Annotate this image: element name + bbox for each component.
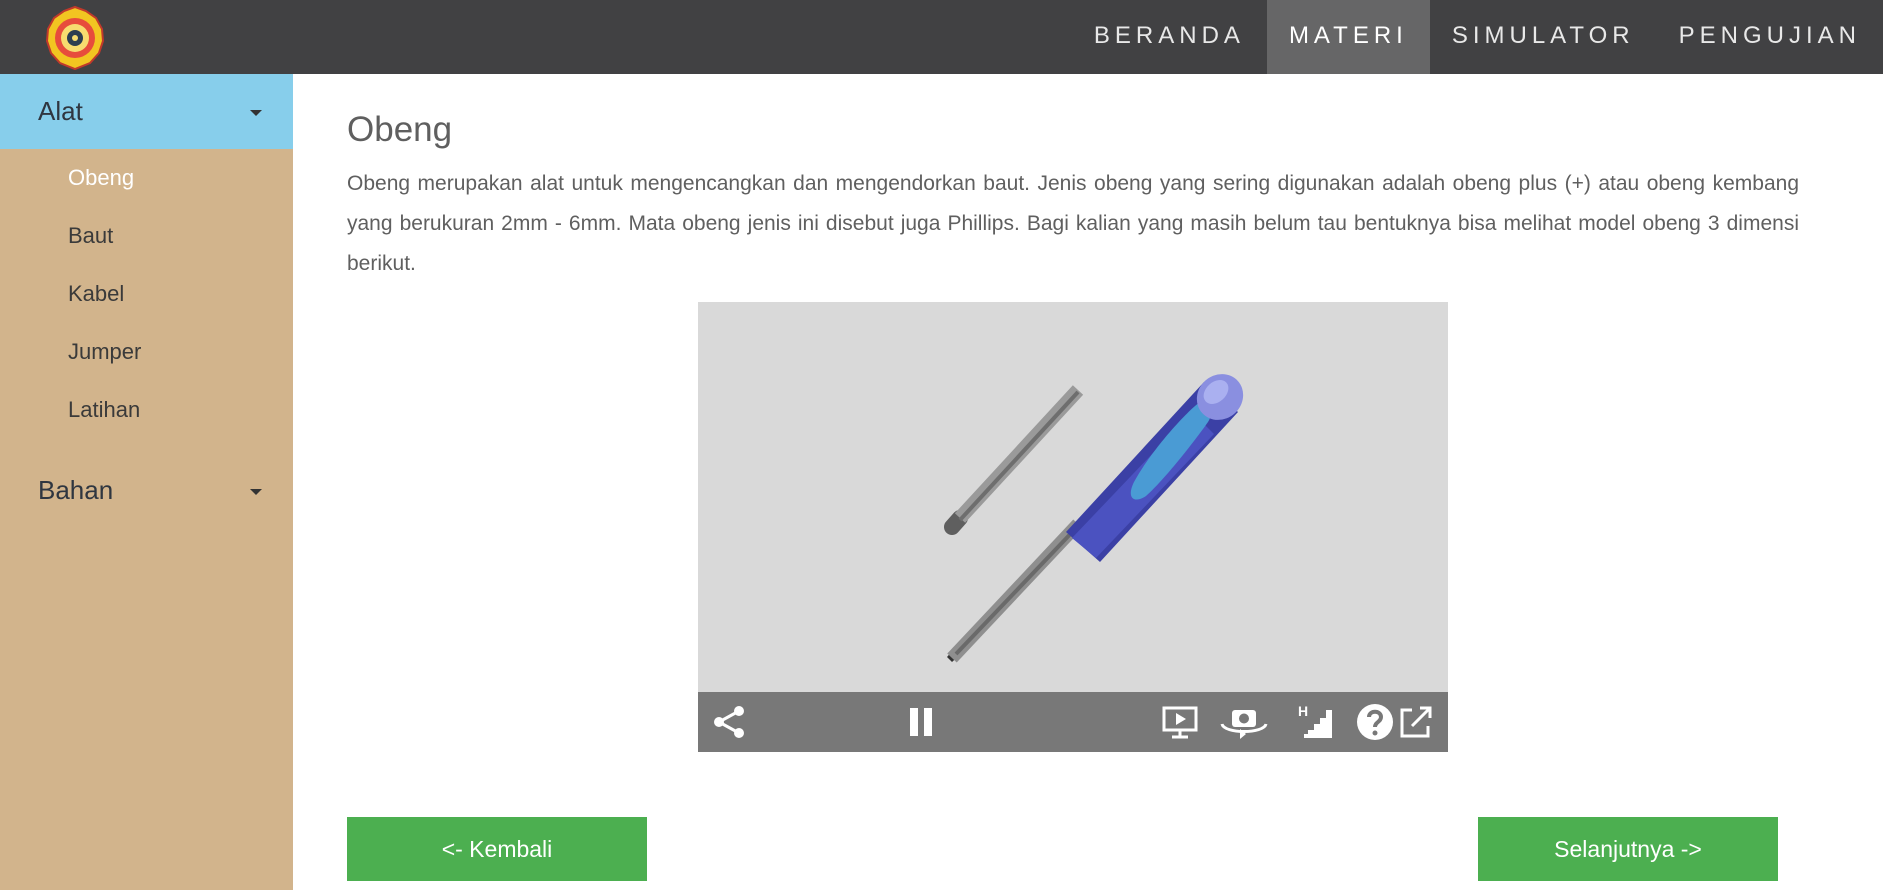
nav-pengujian[interactable]: PENGUJIAN: [1657, 0, 1883, 74]
university-logo[interactable]: [42, 5, 108, 71]
viewer-toolbar: H: [698, 692, 1448, 752]
next-button[interactable]: Selanjutnya ->: [1478, 817, 1778, 881]
main-nav: BERANDA MATERI SIMULATOR PENGUJIAN: [1072, 0, 1883, 74]
sidebar-item-kabel[interactable]: Kabel: [0, 265, 293, 323]
share-icon[interactable]: [710, 702, 750, 742]
main-content: Obeng Obeng merupakan alat untuk mengenc…: [347, 74, 1799, 284]
caret-down-icon: [250, 489, 262, 495]
model-viewer[interactable]: H: [698, 302, 1448, 752]
screwdriver-model[interactable]: [698, 302, 1448, 692]
pause-icon[interactable]: [901, 702, 941, 742]
sidebar-group-label: Bahan: [38, 475, 114, 505]
hd-quality-icon[interactable]: H: [1296, 702, 1336, 742]
page-title: Obeng: [347, 110, 453, 149]
nav-simulator[interactable]: SIMULATOR: [1430, 0, 1657, 74]
sidebar-group-bahan[interactable]: Bahan: [0, 453, 293, 528]
description-text: Obeng merupakan alat untuk mengencangkan…: [347, 172, 1799, 275]
caret-down-icon: [250, 110, 262, 116]
sidebar-item-latihan[interactable]: Latihan: [0, 381, 293, 439]
nav-materi[interactable]: MATERI: [1266, 0, 1430, 74]
help-icon[interactable]: [1355, 702, 1395, 742]
sidebar-group-alat[interactable]: Alat: [0, 74, 293, 149]
sidebar-group-label: Alat: [38, 96, 83, 126]
sidebar: Alat Obeng Baut Kabel Jumper Latihan Bah…: [0, 74, 293, 890]
sidebar-item-obeng[interactable]: Obeng: [0, 149, 293, 207]
sidebar-item-jumper[interactable]: Jumper: [0, 323, 293, 381]
camera-rotate-icon[interactable]: [1218, 702, 1270, 742]
nav-beranda[interactable]: BERANDA: [1072, 0, 1267, 74]
present-icon[interactable]: [1160, 702, 1200, 742]
external-link-icon[interactable]: [1396, 702, 1436, 742]
back-button[interactable]: <- Kembali: [347, 817, 647, 881]
quality-label: H: [1298, 703, 1308, 719]
top-navbar: BERANDA MATERI SIMULATOR PENGUJIAN: [0, 0, 1883, 74]
sidebar-item-baut[interactable]: Baut: [0, 207, 293, 265]
